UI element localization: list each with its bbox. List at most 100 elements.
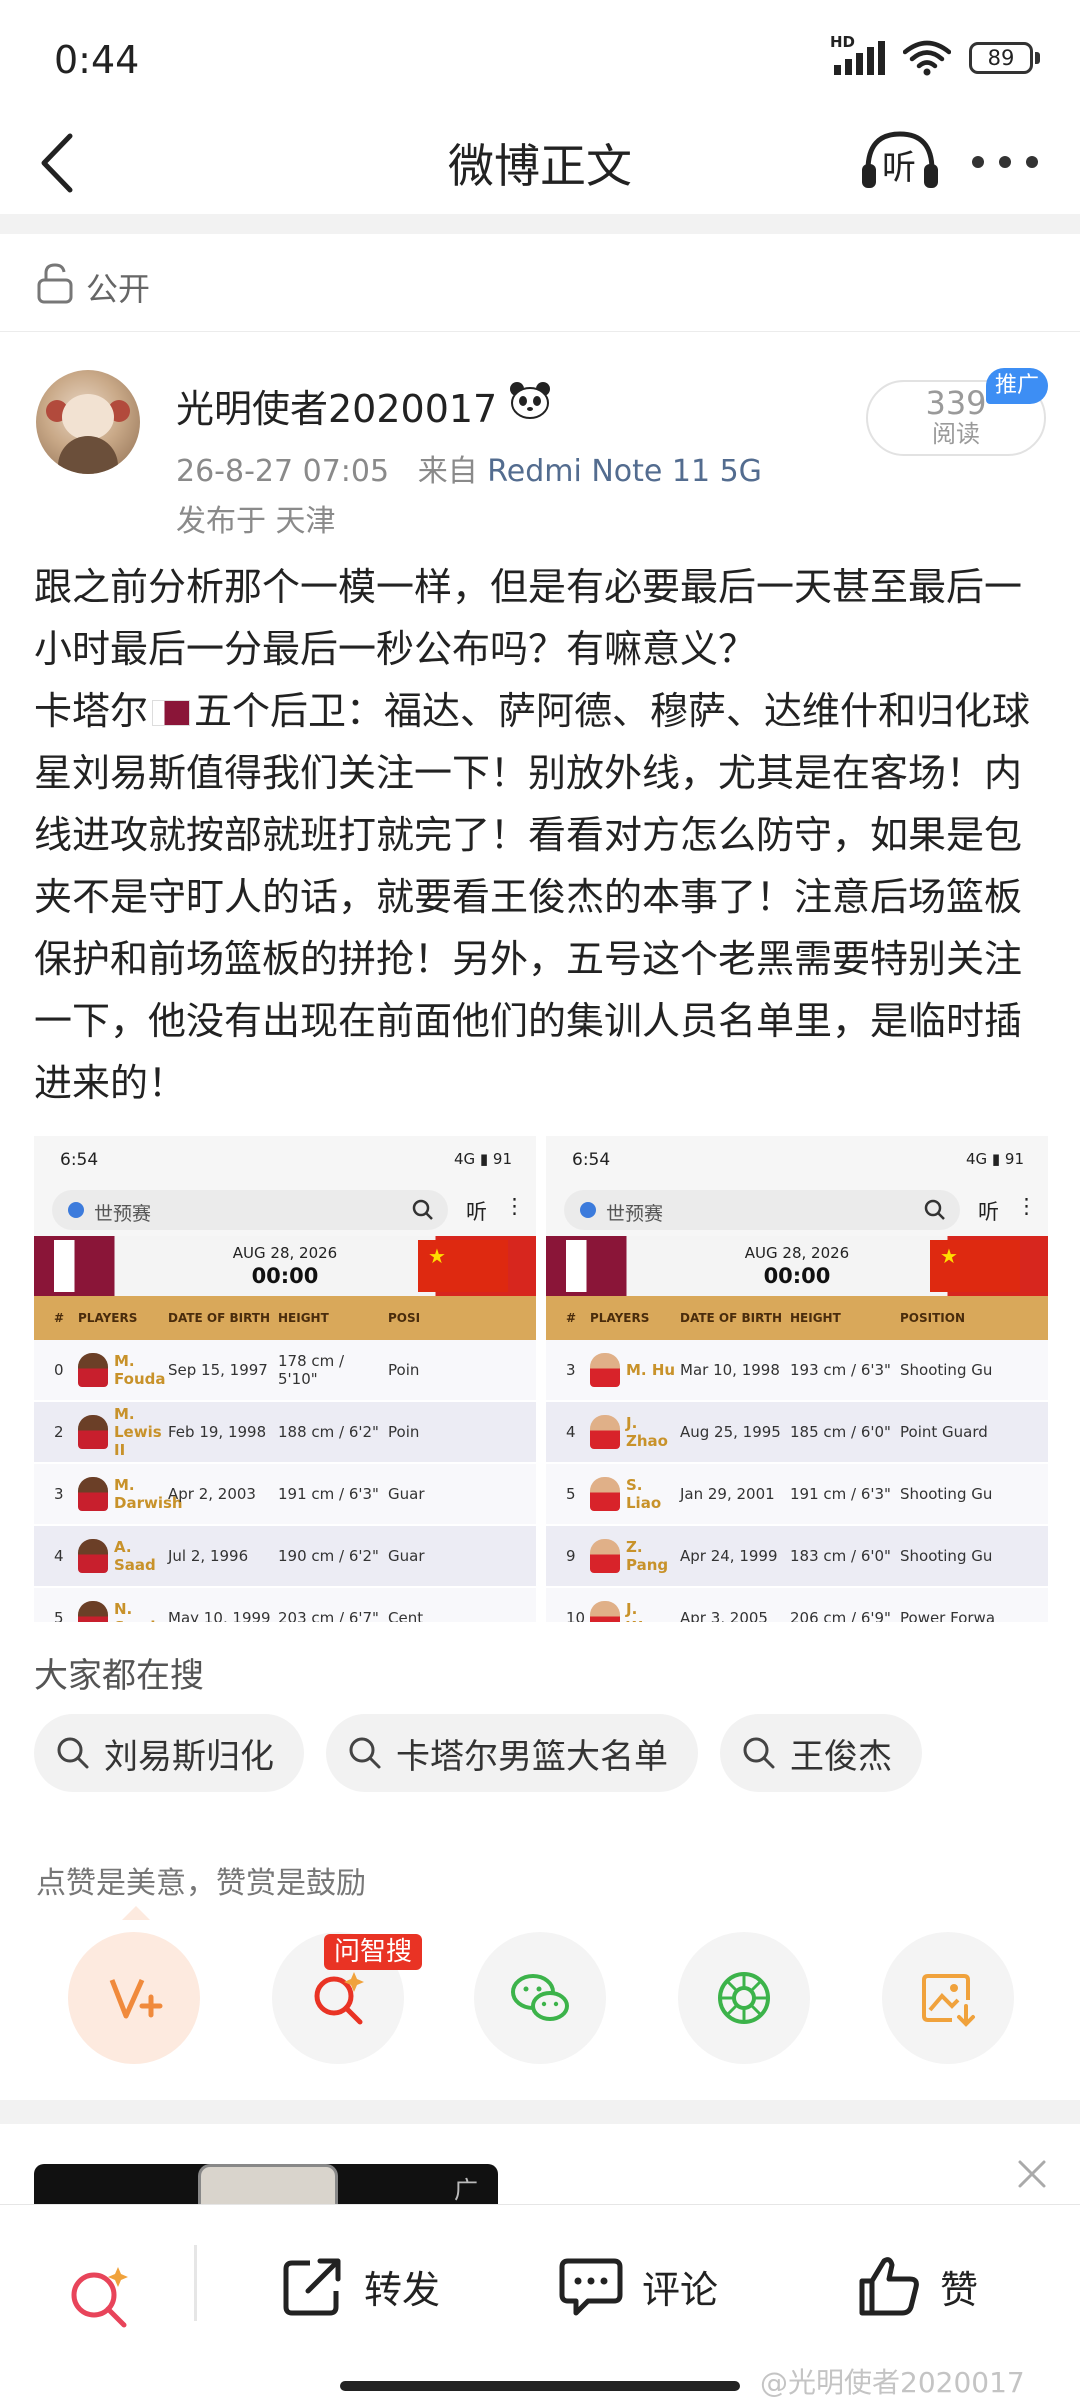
zhisou-search-icon <box>314 1972 364 2025</box>
img-search-query: 世预赛 <box>94 1203 152 1225</box>
search-chip-label: 王俊杰 <box>790 1736 892 1777</box>
search-icon <box>743 1737 775 1769</box>
table-row: 10J. WangApr 3, 2005206 cm / 6'9"Power F… <box>546 1588 1048 1622</box>
post-image-china[interactable]: 6:54 4G ▮ 91 世预赛 听 ⋮ AUG 28, 2026 00:00 #… <box>546 1136 1048 1622</box>
source-device[interactable]: Redmi Note 11 5G <box>487 454 762 489</box>
like-reward-tip: 点赞是美意，赞赏是鼓励 <box>36 1866 366 1901</box>
network-type: HD <box>830 33 856 51</box>
post-body: 跟之前分析那个一模一样，但是有必要最后一天甚至最后一小时最后一分最后一秒公布吗？… <box>34 556 1048 1114</box>
table-row: 2 M. Lewis II Feb 19, 1998 188 cm / 6'2" Poi… <box>34 1402 536 1464</box>
reward-button[interactable] <box>68 1932 200 2064</box>
ad-banner[interactable]: 广告 <box>34 2164 498 2204</box>
img-listen: 听 <box>466 1200 487 1224</box>
divider <box>0 2100 1080 2124</box>
tip-pointer <box>122 1906 150 1920</box>
read-label: 阅读 <box>932 420 980 448</box>
match-banner: AUG 28, 2026 00:00 <box>546 1236 1048 1296</box>
visibility-label: 公开 <box>86 270 151 308</box>
img-search-query: 世预赛 <box>606 1203 664 1225</box>
post-image-qatar[interactable]: 6:54 4G ▮ 91 世预赛 听 ⋮ AUG 28, 2026 00:00 #… <box>34 1136 536 1622</box>
zhisou-search-icon[interactable] <box>62 2261 134 2333</box>
match-time: 00:00 <box>251 1264 319 1288</box>
search-chip-label: 刘易斯归化 <box>104 1736 274 1777</box>
like-button[interactable]: 赞 <box>856 2253 978 2319</box>
source-prefix: 来自 <box>417 454 478 489</box>
battery-icon: 89 <box>969 42 1040 74</box>
home-indicator[interactable] <box>340 2381 740 2391</box>
table-row: 0 M. Fouda Sep 15, 1997 178 cm / 5'10" Poin <box>34 1340 536 1402</box>
listen-button[interactable]: 听 <box>858 124 942 196</box>
avatar[interactable] <box>36 370 140 474</box>
search-icon <box>349 1737 381 1769</box>
moments-icon <box>718 1972 770 2024</box>
table-row: 3 M. Darwish Apr 2, 2003 191 cm / 6'3" Guar <box>34 1464 536 1526</box>
visibility-row: 公开 <box>0 234 1080 332</box>
img-more: ⋮ <box>504 1194 525 1218</box>
wechat-icon <box>511 1974 569 2021</box>
trending-searches-label: 大家都在搜 <box>34 1656 204 1696</box>
ad-label: 广告 <box>454 2176 478 2204</box>
status-bar: 0:44 HD 89 <box>0 0 1080 120</box>
search-chip[interactable]: 卡塔尔男篮大名单 <box>326 1714 698 1792</box>
table-row: 3 M. Hu Mar 10, 1998 193 cm / 6'3" Shooting … <box>546 1340 1048 1402</box>
lock-open-icon <box>37 263 73 304</box>
wifi-icon <box>903 40 951 76</box>
signal-icon: HD <box>830 33 885 75</box>
img-status-time: 6:54 <box>60 1150 99 1170</box>
search-icon <box>924 1199 945 1220</box>
author-name[interactable]: 光明使者2020017 <box>176 378 497 433</box>
comment-label: 评论 <box>642 2267 719 2312</box>
listen-label: 听 <box>882 148 916 188</box>
post-text-part2: 五个后卫：福达、萨阿德、穆萨、达维什和归化球星刘易斯值得我们关注一下！别放外线，… <box>34 689 1031 1105</box>
roster-table: 3 M. Hu Mar 10, 1998 193 cm / 6'3" Shooting … <box>546 1340 1048 1622</box>
img-more: ⋮ <box>1016 1194 1037 1218</box>
panda-icon <box>510 382 550 419</box>
save-image-icon <box>922 1974 975 2027</box>
zhisou-badge: 问智搜 <box>324 1934 423 1970</box>
search-chip[interactable]: 刘易斯归化 <box>34 1714 304 1792</box>
match-date: AUG 28, 2026 <box>744 1244 850 1262</box>
promo-badge[interactable]: 推广 <box>986 368 1048 404</box>
status-icons: HD 89 <box>830 33 1040 76</box>
share-arrow-icon <box>283 2258 341 2316</box>
search-icon <box>57 1737 89 1769</box>
close-icon[interactable] <box>1016 2158 1048 2190</box>
img-status-right: 4G ▮ 91 <box>453 1150 512 1168</box>
post-time: 26-8-27 07:05 <box>176 454 390 489</box>
match-time: 00:00 <box>763 1264 831 1288</box>
more-dots-icon[interactable] <box>972 156 1038 170</box>
search-chip[interactable]: 王俊杰 <box>720 1714 922 1792</box>
table-row: 5 S. Liao Jan 29, 2001 191 cm / 6'3" Shootin… <box>546 1464 1048 1526</box>
comment-icon <box>559 2258 623 2316</box>
table-row: 4 A. Saad Jul 2, 1996 190 cm / 6'2" Guar <box>34 1526 536 1588</box>
share-actions <box>0 1932 1080 2068</box>
search-icon <box>412 1199 433 1220</box>
img-listen: 听 <box>978 1200 999 1224</box>
like-label: 赞 <box>940 2267 979 2312</box>
trending-searches: 刘易斯归化 卡塔尔男篮大名单 王俊杰 <box>34 1714 922 1792</box>
ad-image <box>198 2164 338 2204</box>
watermark: @光明使者2020017 <box>760 2366 1025 2399</box>
roster-table: 0 M. Fouda Sep 15, 1997 178 cm / 5'10" Poin … <box>34 1340 536 1622</box>
bottom-action-bar: 转发 评论 赞 @光明使者2020017 <box>0 2204 1080 2400</box>
battery-level: 89 <box>969 42 1033 74</box>
share-wechat-button[interactable] <box>474 1932 606 2064</box>
repost-label: 转发 <box>364 2267 441 2312</box>
status-time: 0:44 <box>54 38 140 82</box>
save-image-button[interactable] <box>882 1932 1014 2064</box>
table-row: 9 Z. Pang Apr 24, 1999 183 cm / 6'0" Shootin… <box>546 1526 1048 1588</box>
table-header: # PLAYERS DATE OF BIRTH HEIGHT POSI <box>34 1296 536 1340</box>
repost-button[interactable]: 转发 <box>280 2253 440 2319</box>
match-date: AUG 28, 2026 <box>232 1244 338 1262</box>
img-status-right: 4G ▮ 91 <box>965 1150 1024 1168</box>
share-moments-button[interactable] <box>678 1932 810 2064</box>
search-chip-label: 卡塔尔男篮大名单 <box>396 1736 668 1777</box>
comment-button[interactable]: 评论 <box>558 2253 718 2319</box>
divider <box>194 2245 197 2321</box>
post-meta: 26-8-27 07:05 来自 Redmi Note 11 5G <box>176 446 762 490</box>
reward-v-plus-icon <box>109 1978 163 2019</box>
img-status-time: 6:54 <box>572 1150 611 1170</box>
table-row: 5N. SeydouMay 10, 1999203 cm / 6'7"Cent <box>34 1588 536 1622</box>
qatar-flag-icon <box>152 700 191 726</box>
divider <box>0 214 1080 234</box>
